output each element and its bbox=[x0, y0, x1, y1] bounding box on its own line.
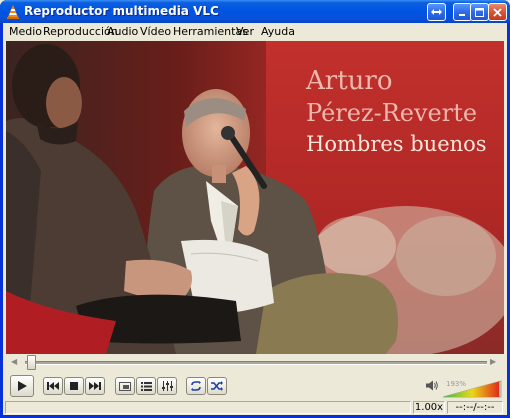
maximize-button[interactable] bbox=[470, 3, 489, 21]
seek-left-arrow-icon[interactable]: ◀ bbox=[11, 357, 17, 366]
speaker-icon[interactable] bbox=[426, 380, 438, 391]
play-button[interactable] bbox=[10, 375, 34, 397]
banner-book-title: Hombres buenos bbox=[306, 132, 487, 156]
minimize-icon bbox=[459, 13, 465, 16]
loop-icon bbox=[191, 381, 201, 391]
banner-author-last: Pérez-Reverte bbox=[306, 99, 477, 127]
menu-medio[interactable]: Medio bbox=[9, 25, 42, 38]
playlist-button[interactable] bbox=[136, 377, 156, 395]
title-bar[interactable]: Reproductor multimedia VLC bbox=[0, 0, 510, 23]
stop-icon bbox=[70, 382, 78, 390]
seek-bar[interactable] bbox=[25, 361, 487, 365]
previous-icon bbox=[47, 382, 59, 390]
shuffle-button[interactable] bbox=[207, 377, 227, 395]
seek-handle[interactable] bbox=[26, 355, 36, 370]
loop-button[interactable] bbox=[186, 377, 206, 395]
fullscreen-icon bbox=[119, 381, 131, 391]
banner-author-first: Arturo bbox=[305, 66, 392, 96]
playlist-icon bbox=[140, 381, 152, 391]
maximize-icon bbox=[475, 7, 484, 17]
play-icon bbox=[18, 381, 27, 391]
next-button[interactable] bbox=[85, 377, 105, 395]
next-icon bbox=[89, 382, 101, 390]
menu-ayuda[interactable]: Ayuda bbox=[261, 25, 295, 38]
time-display[interactable]: --:--/--:-- bbox=[447, 401, 503, 414]
menu-audio[interactable]: Audio bbox=[107, 25, 138, 38]
playback-rate[interactable]: 1.00x bbox=[413, 401, 445, 414]
fullscreen-button[interactable] bbox=[115, 377, 135, 395]
vlc-window: Reproductor multimedia VLC Medio Reprodu… bbox=[0, 0, 510, 418]
video-area[interactable]: Arturo Pérez-Reverte Hombres buenos bbox=[6, 41, 504, 354]
menu-video[interactable]: Vídeo bbox=[140, 25, 171, 38]
menu-ver[interactable]: Ver bbox=[236, 25, 254, 38]
double-arrow-icon bbox=[431, 9, 442, 15]
previous-button[interactable] bbox=[43, 377, 63, 395]
shuffle-icon bbox=[211, 381, 223, 391]
seek-right-arrow-icon[interactable]: ▶ bbox=[490, 357, 496, 366]
equalizer-icon bbox=[161, 381, 173, 391]
video-frame: Arturo Pérez-Reverte Hombres buenos bbox=[6, 41, 504, 354]
close-icon bbox=[493, 7, 502, 17]
volume-slider[interactable] bbox=[443, 378, 503, 398]
resize-toggle-button[interactable] bbox=[427, 3, 446, 21]
status-message bbox=[5, 401, 411, 414]
stop-button[interactable] bbox=[64, 377, 84, 395]
close-button[interactable] bbox=[488, 3, 507, 21]
status-bar: 1.00x --:--/--:-- bbox=[3, 399, 507, 415]
menu-bar: Medio Reproducción Audio Vídeo Herramien… bbox=[3, 23, 507, 41]
vlc-cone-icon bbox=[7, 5, 19, 19]
window-title: Reproductor multimedia VLC bbox=[24, 4, 219, 18]
extended-settings-button[interactable] bbox=[157, 377, 177, 395]
